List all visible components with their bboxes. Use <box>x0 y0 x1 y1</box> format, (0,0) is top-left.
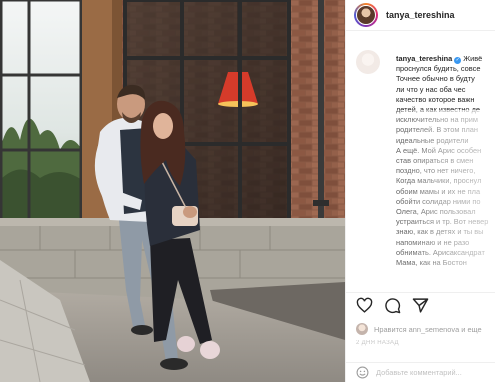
likes-row[interactable]: Нравится ann_semenova и еще <box>356 320 495 338</box>
caption-text: tanya_tereshina ✓ Живё проснулся будить, с… <box>396 54 495 268</box>
heart-icon[interactable] <box>356 297 373 314</box>
caption-line: родителей. В этом план <box>396 125 478 135</box>
caption-line: Когда мальчики, проснул <box>396 176 482 186</box>
share-icon[interactable] <box>412 297 429 314</box>
caption-line: исключительно на прим <box>396 115 478 125</box>
caption-first-line: tanya_tereshina ✓ Живё <box>396 54 495 64</box>
comment-bar <box>346 362 495 382</box>
caption-line: устраиться и тр. Вот невер <box>396 217 489 227</box>
verified-badge-icon: ✓ <box>454 57 462 64</box>
caption-line: напоминаю и не разо <box>396 237 470 247</box>
post-actions <box>346 292 495 318</box>
post-photo[interactable] <box>0 0 345 382</box>
likes-text: Нравится ann_semenova и еще <box>374 324 482 334</box>
caption-line: детей, а как известно де <box>396 105 480 115</box>
header-username[interactable]: tanya_tereshina <box>386 10 455 20</box>
caption-line: ли что у нас оба чес <box>396 84 466 94</box>
caption-username[interactable]: tanya_tereshina <box>396 54 452 63</box>
caption-line: А ещё. Мой Арис особен <box>396 145 482 155</box>
caption-line: Точнее обычно в будту <box>396 74 475 84</box>
post-date: 2 ДНЯ НАЗАД <box>356 340 399 346</box>
comment-icon[interactable] <box>384 297 401 314</box>
caption-line: знаю, как в детях и ты вы <box>396 227 484 237</box>
caption-line: идеальные родители <box>396 135 469 145</box>
caption-line: Олега, Арис пользовал <box>396 207 476 217</box>
caption-line: Живё <box>463 54 483 63</box>
caption-line: качество которое важн <box>396 94 475 104</box>
emoji-icon[interactable] <box>356 366 369 379</box>
post-side-panel: tanya_tereshina tanya_tereshina ✓ Живё про… <box>345 0 495 382</box>
caption-line: обоим мамы и их не пла <box>396 186 481 196</box>
caption-line: обнимать. Арисаксандрат <box>396 247 485 257</box>
liker-avatar <box>356 323 368 335</box>
post-header: tanya_tereshina <box>346 0 495 31</box>
caption-avatar[interactable] <box>356 50 380 74</box>
caption-line: Мама, как на Бостон <box>396 258 467 268</box>
caption-line: проснулся будить, совсе <box>396 64 481 74</box>
post-photo-image <box>0 0 345 382</box>
caption-line: обойти солидар ними по <box>396 196 481 206</box>
caption-line: поздно, что нет ничего, <box>396 166 476 176</box>
comment-input[interactable] <box>376 368 486 377</box>
profile-avatar[interactable] <box>354 3 378 27</box>
caption-line: став опираться в смен <box>396 156 474 166</box>
avatar-image <box>356 5 376 25</box>
